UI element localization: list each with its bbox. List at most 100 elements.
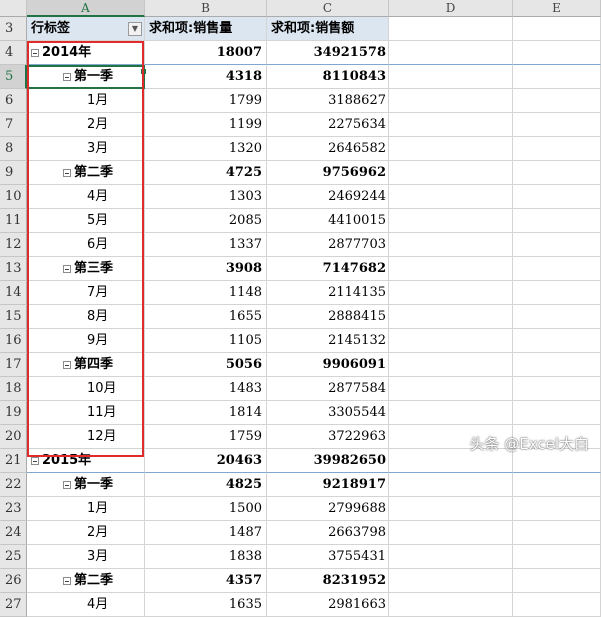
amount-cell[interactable]: 4410015 (267, 209, 389, 233)
collapse-minus-icon[interactable] (63, 576, 71, 585)
amount-cell[interactable]: 9218917 (267, 473, 389, 497)
row-label-cell[interactable]: 4月 (27, 185, 145, 209)
cell[interactable] (389, 113, 513, 137)
row-number[interactable]: 5 (0, 65, 27, 89)
cell[interactable] (513, 137, 601, 161)
row-number[interactable]: 14 (0, 281, 27, 305)
cell[interactable] (389, 353, 513, 377)
row-label-cell[interactable]: 2月 (27, 521, 145, 545)
row-number[interactable]: 3 (0, 17, 27, 41)
row-label-cell[interactable]: 1月 (27, 89, 145, 113)
quantity-cell[interactable]: 1814 (145, 401, 267, 425)
cell[interactable] (513, 473, 601, 497)
collapse-minus-icon[interactable] (63, 72, 71, 81)
quantity-cell[interactable]: 4725 (145, 161, 267, 185)
cell[interactable] (513, 545, 601, 569)
quantity-cell[interactable]: 2085 (145, 209, 267, 233)
quantity-cell[interactable]: 1838 (145, 545, 267, 569)
row-number[interactable]: 22 (0, 473, 27, 497)
cell[interactable] (513, 521, 601, 545)
cell[interactable] (389, 17, 513, 41)
cell[interactable] (513, 185, 601, 209)
quantity-cell[interactable]: 20463 (145, 449, 267, 473)
cell[interactable] (513, 65, 601, 89)
cell[interactable] (513, 161, 601, 185)
cell[interactable] (513, 41, 601, 65)
quantity-cell[interactable]: 1105 (145, 329, 267, 353)
row-number[interactable]: 9 (0, 161, 27, 185)
row-number[interactable]: 15 (0, 305, 27, 329)
cell[interactable] (513, 257, 601, 281)
cell[interactable] (389, 41, 513, 65)
row-number[interactable]: 8 (0, 137, 27, 161)
row-label-cell[interactable]: 5月 (27, 209, 145, 233)
row-label-cell[interactable]: 11月 (27, 401, 145, 425)
amount-cell[interactable]: 2114135 (267, 281, 389, 305)
amount-cell[interactable]: 2877703 (267, 233, 389, 257)
amount-cell[interactable]: 2888415 (267, 305, 389, 329)
row-label-cell[interactable]: 3月 (27, 137, 145, 161)
amount-cell[interactable]: 3722963 (267, 425, 389, 449)
select-all-corner[interactable] (0, 0, 27, 17)
quantity-cell[interactable]: 1635 (145, 593, 267, 617)
cell[interactable] (389, 329, 513, 353)
row-label-cell[interactable]: 9月 (27, 329, 145, 353)
row-label-cell[interactable]: 1月 (27, 497, 145, 521)
quantity-cell[interactable]: 1148 (145, 281, 267, 305)
quantity-cell[interactable]: 5056 (145, 353, 267, 377)
cell[interactable] (389, 569, 513, 593)
cell[interactable] (389, 473, 513, 497)
amount-cell[interactable]: 3305544 (267, 401, 389, 425)
row-number[interactable]: 16 (0, 329, 27, 353)
quantity-cell[interactable]: 1759 (145, 425, 267, 449)
sum-amount-header[interactable]: 求和项:销售额 (267, 17, 389, 41)
amount-cell[interactable]: 8231952 (267, 569, 389, 593)
row-label-cell[interactable]: 8月 (27, 305, 145, 329)
amount-cell[interactable]: 2145132 (267, 329, 389, 353)
collapse-minus-icon[interactable] (63, 360, 71, 369)
cell[interactable] (513, 593, 601, 617)
quantity-cell[interactable]: 18007 (145, 41, 267, 65)
quantity-cell[interactable]: 1303 (145, 185, 267, 209)
column-header-e[interactable]: E (513, 0, 601, 17)
row-label-cell[interactable]: 3月 (27, 545, 145, 569)
row-number[interactable]: 13 (0, 257, 27, 281)
cell[interactable] (389, 209, 513, 233)
row-number[interactable]: 25 (0, 545, 27, 569)
cell[interactable] (513, 329, 601, 353)
cell[interactable] (389, 137, 513, 161)
cell[interactable] (389, 305, 513, 329)
row-label-cell[interactable]: 第二季 (27, 569, 145, 593)
cell[interactable] (513, 209, 601, 233)
cell[interactable] (389, 281, 513, 305)
quantity-cell[interactable]: 1337 (145, 233, 267, 257)
row-number[interactable]: 7 (0, 113, 27, 137)
cell[interactable] (513, 17, 601, 41)
quantity-cell[interactable]: 1655 (145, 305, 267, 329)
quantity-cell[interactable]: 4318 (145, 65, 267, 89)
column-header-d[interactable]: D (389, 0, 513, 17)
row-label-cell[interactable]: 2月 (27, 113, 145, 137)
quantity-cell[interactable]: 1320 (145, 137, 267, 161)
row-label-cell[interactable]: 4月 (27, 593, 145, 617)
quantity-cell[interactable]: 4825 (145, 473, 267, 497)
amount-cell[interactable]: 2663798 (267, 521, 389, 545)
amount-cell[interactable]: 9906091 (267, 353, 389, 377)
quantity-cell[interactable]: 1483 (145, 377, 267, 401)
dropdown-arrow-icon[interactable]: ▼ (128, 22, 142, 36)
cell[interactable] (389, 185, 513, 209)
amount-cell[interactable]: 2799688 (267, 497, 389, 521)
cell[interactable] (389, 377, 513, 401)
cell[interactable] (513, 113, 601, 137)
row-number[interactable]: 21 (0, 449, 27, 473)
row-number[interactable]: 6 (0, 89, 27, 113)
collapse-minus-icon[interactable] (63, 480, 71, 489)
amount-cell[interactable]: 7147682 (267, 257, 389, 281)
fill-handle[interactable] (141, 69, 146, 74)
row-label-cell[interactable]: 第一季 (27, 65, 145, 89)
amount-cell[interactable]: 3188627 (267, 89, 389, 113)
quantity-cell[interactable]: 1199 (145, 113, 267, 137)
cell[interactable] (513, 569, 601, 593)
row-number[interactable]: 27 (0, 593, 27, 617)
amount-cell[interactable]: 39982650 (267, 449, 389, 473)
